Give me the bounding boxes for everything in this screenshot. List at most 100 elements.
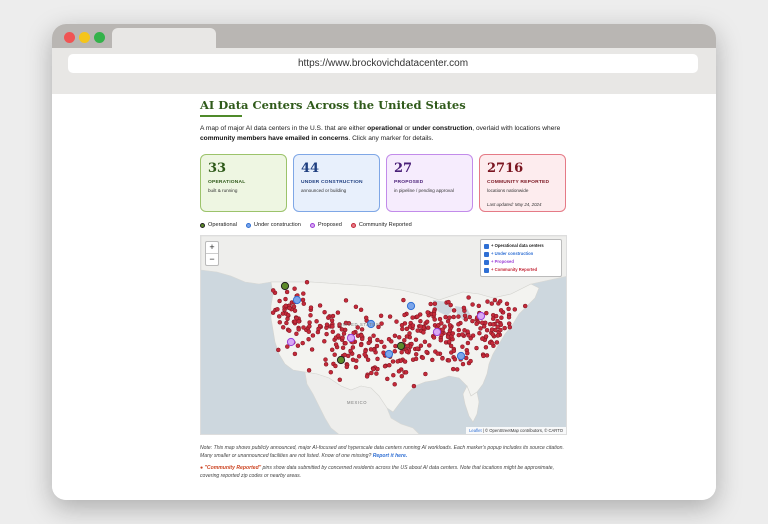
community-report-marker[interactable] xyxy=(504,301,510,307)
community-report-marker[interactable] xyxy=(490,340,495,346)
community-report-marker[interactable] xyxy=(301,301,307,306)
community-report-marker[interactable] xyxy=(291,304,297,309)
community-report-marker[interactable] xyxy=(367,336,373,341)
maximize-window-button[interactable] xyxy=(94,32,105,43)
community-report-marker[interactable] xyxy=(340,335,345,340)
community-report-marker[interactable] xyxy=(415,314,420,319)
zoom-out-button[interactable]: − xyxy=(206,254,218,265)
community-report-marker[interactable] xyxy=(440,327,445,332)
community-report-marker[interactable] xyxy=(499,315,504,320)
community-report-marker[interactable] xyxy=(446,339,452,344)
community-report-marker[interactable] xyxy=(330,313,336,319)
community-report-marker[interactable] xyxy=(392,349,398,354)
community-report-marker[interactable] xyxy=(451,348,457,354)
community-report-marker[interactable] xyxy=(308,313,313,318)
community-report-marker[interactable] xyxy=(307,320,312,325)
community-report-marker[interactable] xyxy=(410,315,415,320)
community-report-marker[interactable] xyxy=(329,318,335,323)
community-report-marker[interactable] xyxy=(387,314,393,319)
community-report-marker[interactable] xyxy=(337,377,343,383)
community-report-marker[interactable] xyxy=(382,363,388,369)
community-report-marker[interactable] xyxy=(292,286,297,291)
community-report-marker[interactable] xyxy=(295,343,301,348)
community-report-marker[interactable] xyxy=(460,361,466,367)
data-center-marker[interactable] xyxy=(336,355,346,365)
community-report-marker[interactable] xyxy=(329,347,335,353)
community-report-marker[interactable] xyxy=(437,316,443,322)
community-report-marker[interactable] xyxy=(413,356,419,362)
community-report-marker[interactable] xyxy=(450,331,456,336)
community-report-marker[interactable] xyxy=(328,369,334,375)
community-report-marker[interactable] xyxy=(430,357,435,363)
community-report-marker[interactable] xyxy=(447,323,453,328)
community-report-marker[interactable] xyxy=(277,298,282,304)
community-report-marker[interactable] xyxy=(466,295,471,300)
community-report-marker[interactable] xyxy=(362,352,367,357)
community-report-marker[interactable] xyxy=(285,316,290,322)
community-report-marker[interactable] xyxy=(280,325,286,330)
community-report-marker[interactable] xyxy=(316,326,321,332)
data-center-marker[interactable] xyxy=(406,301,416,311)
us-map[interactable]: + − + Operational data centers + Under c… xyxy=(200,235,567,435)
community-report-marker[interactable] xyxy=(350,345,356,350)
community-report-marker[interactable] xyxy=(470,302,475,307)
community-report-marker[interactable] xyxy=(418,318,423,324)
community-report-marker[interactable] xyxy=(478,326,483,331)
community-report-marker[interactable] xyxy=(341,331,347,336)
community-report-marker[interactable] xyxy=(343,298,349,303)
community-report-marker[interactable] xyxy=(309,347,315,352)
community-report-marker[interactable] xyxy=(470,333,476,338)
community-report-marker[interactable] xyxy=(506,314,512,320)
community-report-marker[interactable] xyxy=(336,333,341,338)
community-report-marker[interactable] xyxy=(490,316,496,321)
community-report-marker[interactable] xyxy=(387,362,392,368)
community-report-marker[interactable] xyxy=(364,374,370,379)
community-report-marker[interactable] xyxy=(440,356,445,361)
community-report-marker[interactable] xyxy=(468,358,473,364)
leaflet-link[interactable]: Leaflet xyxy=(469,428,482,433)
data-center-marker[interactable] xyxy=(346,333,356,343)
community-report-marker[interactable] xyxy=(432,317,437,322)
data-center-marker[interactable] xyxy=(432,327,442,337)
zoom-in-button[interactable]: + xyxy=(206,242,218,254)
community-report-marker[interactable] xyxy=(353,364,359,370)
community-report-marker[interactable] xyxy=(415,328,420,333)
community-report-marker[interactable] xyxy=(287,305,292,311)
community-report-marker[interactable] xyxy=(382,344,387,350)
community-report-marker[interactable] xyxy=(431,311,437,317)
community-report-marker[interactable] xyxy=(292,308,298,313)
community-report-marker[interactable] xyxy=(348,348,353,354)
report-link[interactable]: Report it here. xyxy=(373,453,408,459)
community-report-marker[interactable] xyxy=(375,356,380,362)
community-report-marker[interactable] xyxy=(276,314,282,319)
community-report-marker[interactable] xyxy=(421,330,426,335)
community-report-marker[interactable] xyxy=(306,329,312,334)
community-report-marker[interactable] xyxy=(497,299,503,304)
browser-tab[interactable] xyxy=(112,28,216,48)
community-report-marker[interactable] xyxy=(379,321,384,326)
community-report-marker[interactable] xyxy=(300,297,306,303)
community-report-marker[interactable] xyxy=(317,303,323,308)
community-report-marker[interactable] xyxy=(335,310,341,315)
community-report-marker[interactable] xyxy=(343,340,348,346)
community-report-marker[interactable] xyxy=(402,338,407,343)
community-report-marker[interactable] xyxy=(456,327,462,333)
community-report-marker[interactable] xyxy=(461,305,467,311)
community-report-marker[interactable] xyxy=(452,357,458,362)
address-bar[interactable]: https://www.brockovichdatacenter.com xyxy=(68,54,698,73)
community-report-marker[interactable] xyxy=(404,326,410,332)
community-report-marker[interactable] xyxy=(420,355,426,361)
community-report-marker[interactable] xyxy=(439,321,444,326)
community-report-marker[interactable] xyxy=(489,327,495,332)
community-report-marker[interactable] xyxy=(324,322,330,327)
data-center-marker[interactable] xyxy=(292,295,302,305)
community-report-marker[interactable] xyxy=(368,347,374,352)
community-report-marker[interactable] xyxy=(463,317,469,322)
community-report-marker[interactable] xyxy=(460,344,465,349)
community-report-marker[interactable] xyxy=(485,299,490,304)
minimize-window-button[interactable] xyxy=(79,32,90,43)
community-report-marker[interactable] xyxy=(451,314,456,320)
community-report-marker[interactable] xyxy=(374,371,379,376)
community-report-marker[interactable] xyxy=(481,353,486,359)
community-report-marker[interactable] xyxy=(489,301,495,306)
